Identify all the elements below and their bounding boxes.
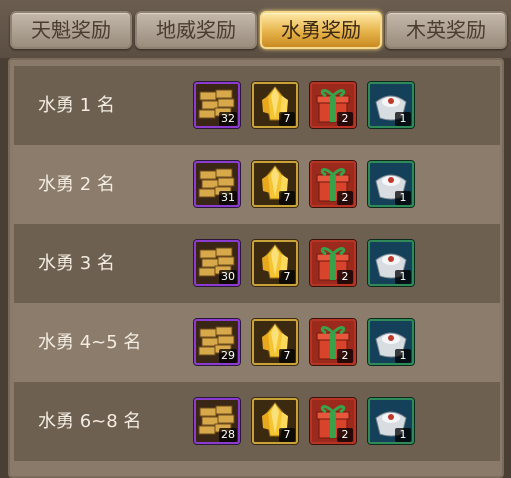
reward-item-gift-box[interactable]: 2: [310, 161, 356, 207]
tab-tiankui-rewards[interactable]: 天魁奖励: [10, 11, 132, 49]
tab-muying-rewards[interactable]: 木英奖励: [385, 11, 507, 49]
reward-item-gold-crystal[interactable]: 7: [252, 161, 298, 207]
item-count: 29: [219, 349, 237, 363]
rank-label: 水勇 4~5 名: [38, 332, 142, 353]
reward-item-gold-bricks[interactable]: 32: [194, 82, 240, 128]
item-count: 2: [337, 191, 353, 205]
reward-row: 水勇 4~5 名 29 7 2 1: [14, 303, 500, 382]
reward-item-gold-crystal[interactable]: 7: [252, 319, 298, 365]
item-count: 7: [279, 191, 295, 205]
reward-row: 水勇 1 名 32 7 2 1: [14, 66, 500, 145]
item-count: 7: [279, 349, 295, 363]
item-count: 1: [395, 270, 411, 284]
item-count: 1: [395, 112, 411, 126]
item-count: 7: [279, 270, 295, 284]
reward-list-panel: 水勇 1 名 32 7 2 1 水勇 2 名 31 7 2 1 水勇 3 名 3…: [8, 58, 504, 478]
reward-row: 水勇 2 名 31 7 2 1: [14, 145, 500, 224]
item-count: 2: [337, 270, 353, 284]
rank-label: 水勇 6~8 名: [38, 411, 142, 432]
item-count: 30: [219, 270, 237, 284]
item-count: 2: [337, 112, 353, 126]
reward-row: 水勇 6~8 名 28 7 2 1: [14, 382, 500, 461]
item-count: 1: [395, 428, 411, 442]
item-count: 31: [219, 191, 237, 205]
reward-item-gold-crystal[interactable]: 7: [252, 82, 298, 128]
reward-item-gold-bricks[interactable]: 28: [194, 398, 240, 444]
item-count: 2: [337, 428, 353, 442]
reward-row: 水勇 3 名 30 7 2 1: [14, 224, 500, 303]
reward-item-silver-ingot[interactable]: 1: [368, 161, 414, 207]
item-count: 28: [219, 428, 237, 442]
item-count: 7: [279, 428, 295, 442]
item-count: 2: [337, 349, 353, 363]
reward-item-silver-ingot[interactable]: 1: [368, 319, 414, 365]
reward-item-gift-box[interactable]: 2: [310, 398, 356, 444]
reward-item-gift-box[interactable]: 2: [310, 319, 356, 365]
reward-item-gold-crystal[interactable]: 7: [252, 398, 298, 444]
reward-item-silver-ingot[interactable]: 1: [368, 82, 414, 128]
reward-tab-bar: 天魁奖励 地威奖励 水勇奖励 木英奖励: [0, 0, 511, 58]
item-count: 7: [279, 112, 295, 126]
item-count: 32: [219, 112, 237, 126]
reward-item-gold-crystal[interactable]: 7: [252, 240, 298, 286]
reward-item-gold-bricks[interactable]: 30: [194, 240, 240, 286]
reward-item-silver-ingot[interactable]: 1: [368, 240, 414, 286]
reward-item-gold-bricks[interactable]: 29: [194, 319, 240, 365]
reward-item-silver-ingot[interactable]: 1: [368, 398, 414, 444]
reward-item-gift-box[interactable]: 2: [310, 240, 356, 286]
rank-label: 水勇 1 名: [38, 95, 115, 116]
rank-label: 水勇 2 名: [38, 174, 115, 195]
item-count: 1: [395, 191, 411, 205]
tab-shuiyong-rewards[interactable]: 水勇奖励: [260, 11, 382, 49]
tab-diwei-rewards[interactable]: 地威奖励: [135, 11, 257, 49]
rank-label: 水勇 3 名: [38, 253, 115, 274]
reward-item-gift-box[interactable]: 2: [310, 82, 356, 128]
item-count: 1: [395, 349, 411, 363]
reward-item-gold-bricks[interactable]: 31: [194, 161, 240, 207]
